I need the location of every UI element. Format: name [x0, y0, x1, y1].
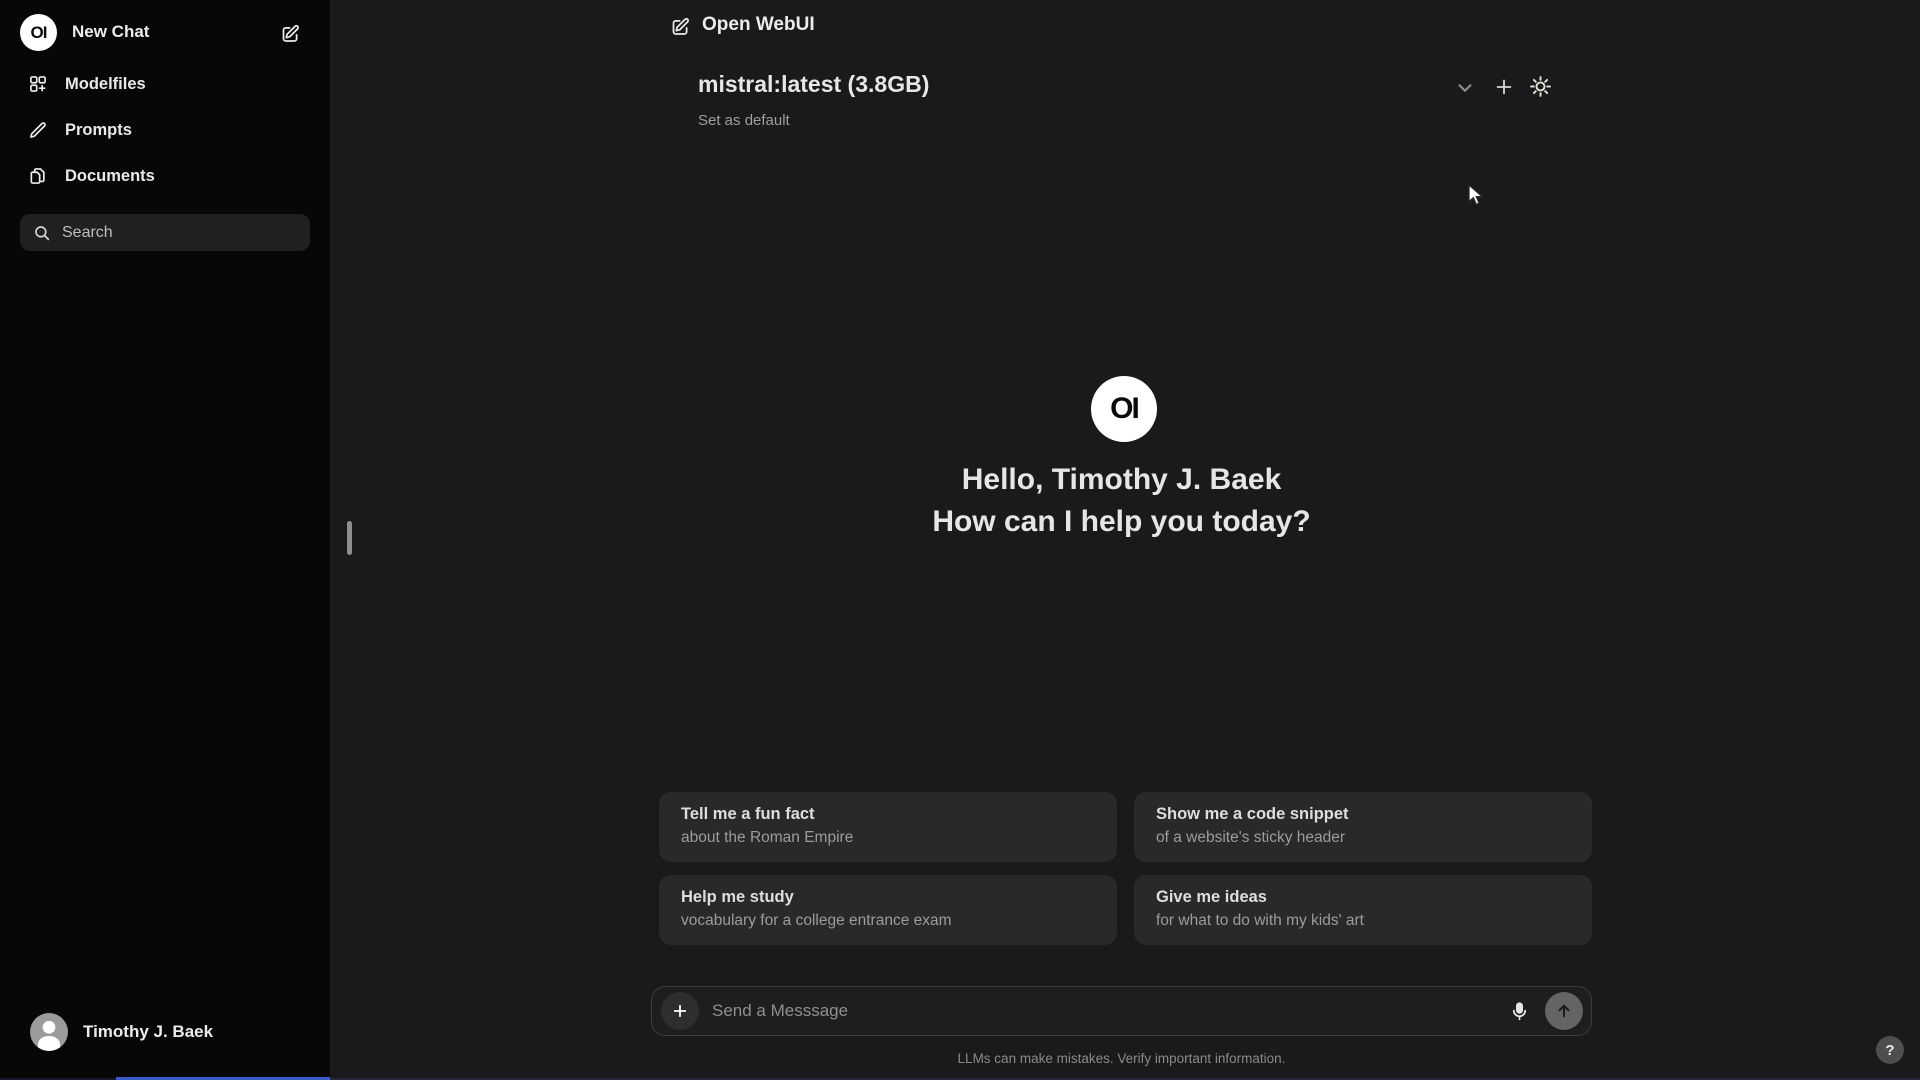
pencil-icon	[28, 120, 48, 140]
mouse-cursor	[1468, 184, 1490, 208]
arrow-up-icon	[1555, 1002, 1573, 1020]
message-input[interactable]	[712, 987, 1442, 1035]
plus-icon	[671, 1002, 689, 1020]
suggestion-title: Show me a code snippet	[1156, 805, 1349, 823]
user-avatar	[30, 1013, 68, 1051]
pencil-square-icon	[280, 23, 301, 44]
sidebar-item-label: Prompts	[65, 120, 132, 139]
sidebar: OI New Chat Modelfiles Prompts Documents…	[0, 0, 330, 1080]
pencil-square-icon	[670, 16, 691, 37]
disclaimer-text: LLMs can make mistakes. Verify important…	[957, 1051, 1286, 1066]
suggestion-title: Tell me a fun fact	[681, 805, 815, 823]
suggestion-card[interactable]: Help me study vocabulary for a college e…	[659, 875, 1117, 945]
suggestion-title: Help me study	[681, 888, 794, 906]
search-icon	[33, 224, 51, 242]
search-input[interactable]	[62, 223, 282, 242]
hero-logo-icon: OI	[1091, 376, 1157, 442]
microphone-icon	[1509, 1001, 1530, 1022]
question-line: How can I help you today?	[932, 505, 1311, 538]
set-default-button[interactable]: Set as default	[698, 112, 790, 129]
suggestion-subtitle: of a website's sticky header	[1156, 829, 1346, 846]
suggestion-subtitle: for what to do with my kids' art	[1156, 912, 1364, 929]
sidebar-resize-handle[interactable]	[347, 521, 352, 555]
suggestion-card[interactable]: Tell me a fun fact about the Roman Empir…	[659, 792, 1117, 862]
user-profile-button[interactable]: Timothy J. Baek	[14, 1006, 316, 1058]
gear-icon	[1529, 75, 1552, 98]
settings-button[interactable]	[1529, 75, 1552, 98]
voice-input-button[interactable]	[1507, 999, 1531, 1023]
sidebar-item-prompts[interactable]: Prompts	[14, 110, 316, 150]
sidebar-item-label: Documents	[65, 166, 155, 185]
send-button[interactable]	[1545, 992, 1583, 1030]
sidebar-item-modelfiles[interactable]: Modelfiles	[14, 64, 316, 104]
documents-icon	[28, 166, 48, 186]
squares-plus-icon	[28, 74, 48, 94]
user-name: Timothy J. Baek	[83, 1022, 214, 1041]
help-button[interactable]: ?	[1876, 1036, 1904, 1064]
plus-icon	[1493, 76, 1515, 98]
add-model-button[interactable]	[1493, 76, 1515, 98]
new-chat-button[interactable]	[276, 19, 304, 47]
sidebar-item-label: Modelfiles	[65, 74, 146, 93]
chevron-down-icon[interactable]	[1454, 77, 1476, 99]
header-new-chat-button[interactable]	[666, 12, 694, 40]
message-composer	[651, 986, 1592, 1036]
suggestion-card[interactable]: Give me ideas for what to do with my kid…	[1134, 875, 1592, 945]
search-bar[interactable]	[20, 214, 310, 251]
suggestion-subtitle: vocabulary for a college entrance exam	[681, 912, 952, 929]
sidebar-item-documents[interactable]: Documents	[14, 156, 316, 196]
suggestion-card[interactable]: Show me a code snippet of a website's st…	[1134, 792, 1592, 862]
model-selector-button[interactable]: mistral:latest (3.8GB)	[698, 71, 929, 98]
app-window: OI New Chat Modelfiles Prompts Documents…	[0, 0, 1920, 1080]
hero-greeting: Hello, Timothy J. Baek How can I help yo…	[651, 459, 1592, 543]
attach-button[interactable]	[661, 992, 699, 1030]
new-chat-label[interactable]: New Chat	[72, 22, 149, 42]
suggestion-subtitle: about the Roman Empire	[681, 829, 854, 846]
suggestion-title: Give me ideas	[1156, 888, 1267, 906]
greeting-line: Hello, Timothy J. Baek	[961, 463, 1282, 496]
suggestion-grid: Tell me a fun fact about the Roman Empir…	[659, 792, 1592, 945]
app-logo-icon: OI	[20, 14, 57, 51]
page-title: Open WebUI	[702, 14, 815, 35]
